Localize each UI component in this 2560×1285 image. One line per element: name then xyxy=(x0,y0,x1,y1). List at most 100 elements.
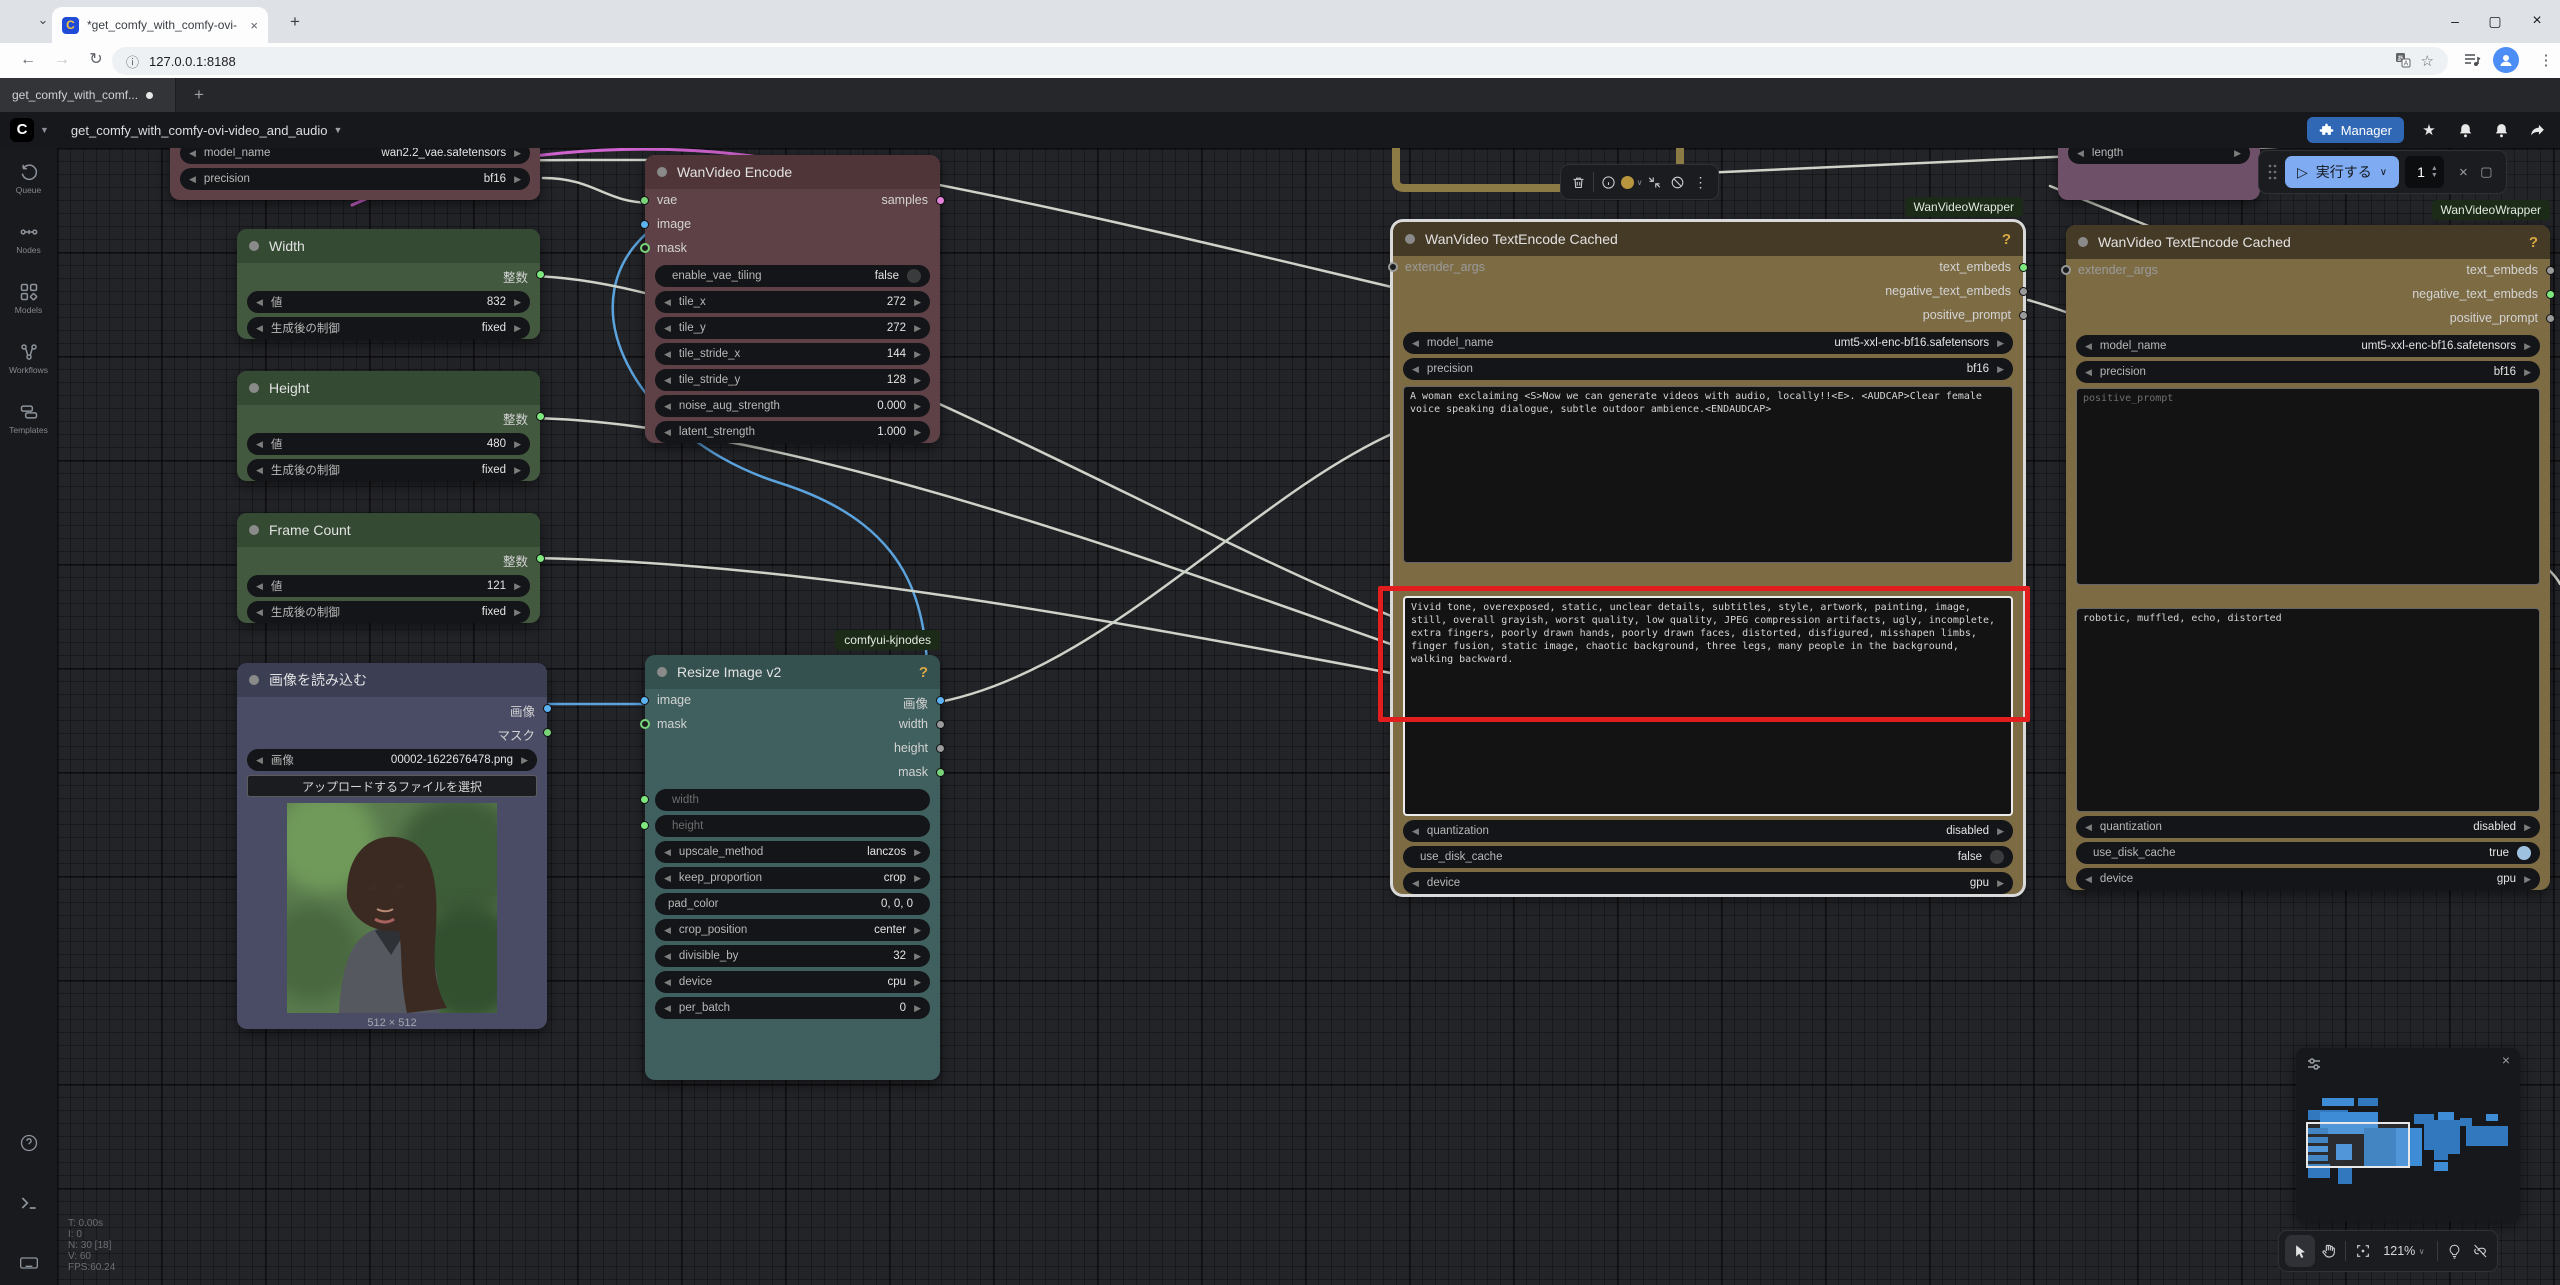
input-port-image[interactable] xyxy=(640,696,649,705)
minimap-settings-icon[interactable] xyxy=(2306,1056,2322,1072)
decrement-arrow-icon[interactable]: ◀ xyxy=(664,951,671,962)
prompt-textarea[interactable]: positive_prompt xyxy=(2076,388,2540,585)
reload-button[interactable]: ↻ xyxy=(82,46,110,74)
count-down-icon[interactable]: ▼ xyxy=(2431,172,2438,179)
input-port-extender_args[interactable] xyxy=(1388,262,1398,272)
decrement-arrow-icon[interactable]: ◀ xyxy=(256,465,263,476)
tab-close-icon[interactable]: × xyxy=(250,18,258,33)
forward-button[interactable]: → xyxy=(48,46,76,74)
output-port-整数[interactable] xyxy=(536,412,545,421)
widget-pad_color[interactable]: pad_color0, 0, 0 xyxy=(655,893,930,915)
node-frame-count[interactable]: Frame Count整数◀値121▶◀生成後の制御fixed▶ xyxy=(237,513,540,623)
widget-生成後の制御[interactable]: ◀生成後の制御fixed▶ xyxy=(247,317,530,339)
decrement-arrow-icon[interactable]: ◀ xyxy=(256,323,263,334)
node-vae-loader[interactable]: ◀model_namewan2.2_vae.safetensors▶◀preci… xyxy=(170,148,540,200)
output-port-mask[interactable] xyxy=(936,768,945,777)
output-port-negative_text_embeds[interactable] xyxy=(2546,290,2555,299)
sidebar-item-help[interactable] xyxy=(0,1133,57,1153)
info-icon[interactable] xyxy=(1597,167,1620,197)
node-title-bar[interactable]: WanVideo TextEncode Cached? xyxy=(2066,225,2550,259)
minimap-close-icon[interactable]: × xyxy=(2502,1052,2510,1068)
widget-precision[interactable]: ◀precisionbf16▶ xyxy=(180,168,530,190)
widget-tile_x[interactable]: ◀tile_x272▶ xyxy=(655,291,930,313)
increment-arrow-icon[interactable]: ▶ xyxy=(914,401,921,412)
decrement-arrow-icon[interactable]: ◀ xyxy=(256,297,263,308)
more-icon[interactable]: ⋮ xyxy=(1689,167,1712,197)
output-port-text_embeds[interactable] xyxy=(2546,266,2555,275)
node-title-bar[interactable]: WanVideo Encode xyxy=(645,155,940,189)
node-canvas[interactable]: ∨⋮ ▷ 実行する ∨ 1 ▲▼ × ▢ × 121% xyxy=(57,148,2560,1285)
increment-arrow-icon[interactable]: ▶ xyxy=(914,873,921,884)
increment-arrow-icon[interactable]: ▶ xyxy=(914,1003,921,1014)
collapse-dot-icon[interactable] xyxy=(249,241,259,251)
increment-arrow-icon[interactable]: ▶ xyxy=(514,465,521,476)
decrement-arrow-icon[interactable]: ◀ xyxy=(664,375,671,386)
sidebar-item-models[interactable]: Models xyxy=(0,282,57,315)
widget-precision[interactable]: ◀precisionbf16▶ xyxy=(2076,361,2540,383)
prompt-textarea[interactable]: robotic, muffled, echo, distorted xyxy=(2076,608,2540,812)
collapse-dot-icon[interactable] xyxy=(1405,234,1415,244)
widget-upscale_method[interactable]: ◀upscale_methodlanczos▶ xyxy=(655,841,930,863)
browser-tab[interactable]: C *get_comfy_with_comfy-ovi-vid × xyxy=(52,7,268,43)
increment-arrow-icon[interactable]: ▶ xyxy=(914,375,921,386)
node-title-bar[interactable]: Width xyxy=(237,229,540,263)
widget-値[interactable]: ◀値121▶ xyxy=(247,575,530,597)
decrement-arrow-icon[interactable]: ◀ xyxy=(664,873,671,884)
media-playlist-icon[interactable] xyxy=(2458,46,2486,74)
upload-file-button[interactable]: アップロードするファイルを選択 xyxy=(247,775,537,797)
increment-arrow-icon[interactable]: ▶ xyxy=(514,148,521,159)
widget-use_disk_cache[interactable]: use_disk_cachefalse xyxy=(1403,846,2013,868)
collapse-dot-icon[interactable] xyxy=(657,667,667,677)
widget-device[interactable]: ◀devicegpu▶ xyxy=(1403,872,2013,894)
favorites-star-icon[interactable]: ★ xyxy=(2418,119,2440,141)
decrement-arrow-icon[interactable]: ◀ xyxy=(189,174,196,185)
collapse-icon[interactable] xyxy=(1643,167,1666,197)
input-port-mask[interactable] xyxy=(640,243,650,253)
decrement-arrow-icon[interactable]: ◀ xyxy=(2085,822,2092,833)
increment-arrow-icon[interactable]: ▶ xyxy=(2234,148,2241,159)
output-port-text_embeds[interactable] xyxy=(2019,263,2028,272)
decrement-arrow-icon[interactable]: ◀ xyxy=(256,439,263,450)
collapse-dot-icon[interactable] xyxy=(249,383,259,393)
node-height[interactable]: Height整数◀値480▶◀生成後の制御fixed▶ xyxy=(237,371,540,481)
widget-値[interactable]: ◀値480▶ xyxy=(247,433,530,455)
node-title-bar[interactable]: WanVideo TextEncode Cached? xyxy=(1393,222,2023,256)
minimap-viewport[interactable] xyxy=(2306,1122,2410,1168)
increment-arrow-icon[interactable]: ▶ xyxy=(514,297,521,308)
input-port-image[interactable] xyxy=(640,220,649,229)
decrement-arrow-icon[interactable]: ◀ xyxy=(1412,338,1419,349)
increment-arrow-icon[interactable]: ▶ xyxy=(2524,341,2531,352)
window-close-button[interactable]: × xyxy=(2522,8,2552,34)
input-port-vae[interactable] xyxy=(640,196,649,205)
output-port-samples[interactable] xyxy=(936,196,945,205)
decrement-arrow-icon[interactable]: ◀ xyxy=(1412,878,1419,889)
increment-arrow-icon[interactable]: ▶ xyxy=(514,439,521,450)
sidebar-item-nodes[interactable]: Nodes xyxy=(0,222,57,255)
increment-arrow-icon[interactable]: ▶ xyxy=(914,297,921,308)
output-port-整数[interactable] xyxy=(536,554,545,563)
widget-生成後の制御[interactable]: ◀生成後の制御fixed▶ xyxy=(247,601,530,623)
toggle-knob[interactable] xyxy=(2517,846,2531,860)
comfyui-logo-icon[interactable]: C xyxy=(10,118,34,142)
decrement-arrow-icon[interactable]: ◀ xyxy=(664,925,671,936)
decrement-arrow-icon[interactable]: ◀ xyxy=(1412,826,1419,837)
node-title-bar[interactable]: 画像を読み込む xyxy=(237,663,547,697)
node-help-icon[interactable]: ? xyxy=(2002,231,2011,248)
node-wanvideo-encode[interactable]: WanVideo Encodevaesamplesimagemaskenable… xyxy=(645,155,940,443)
node-length-node[interactable]: ◀length▶ xyxy=(2058,148,2260,200)
widget-生成後の制御[interactable]: ◀生成後の制御fixed▶ xyxy=(247,459,530,481)
node-title-bar[interactable]: Height xyxy=(237,371,540,405)
decrement-arrow-icon[interactable]: ◀ xyxy=(664,297,671,308)
decrement-arrow-icon[interactable]: ◀ xyxy=(2085,874,2092,885)
select-tool-button[interactable] xyxy=(2285,1235,2315,1267)
browser-menu-icon[interactable]: ⋮ xyxy=(2532,46,2560,74)
window-minimize-button[interactable]: – xyxy=(2440,8,2470,34)
run-button[interactable]: ▷ 実行する ∨ xyxy=(2285,156,2399,188)
node-help-icon[interactable]: ? xyxy=(919,664,928,681)
toggle-knob[interactable] xyxy=(1990,850,2004,864)
notification-bell-icon[interactable] xyxy=(2454,119,2476,141)
zoom-level-dropdown[interactable]: 121% ∨ xyxy=(2376,1236,2432,1266)
prompt-textarea[interactable]: A woman exclaiming <S>Now we can generat… xyxy=(1403,386,2013,563)
toggle-knob[interactable] xyxy=(907,269,921,283)
site-info-icon[interactable]: ⓘ xyxy=(126,52,139,71)
